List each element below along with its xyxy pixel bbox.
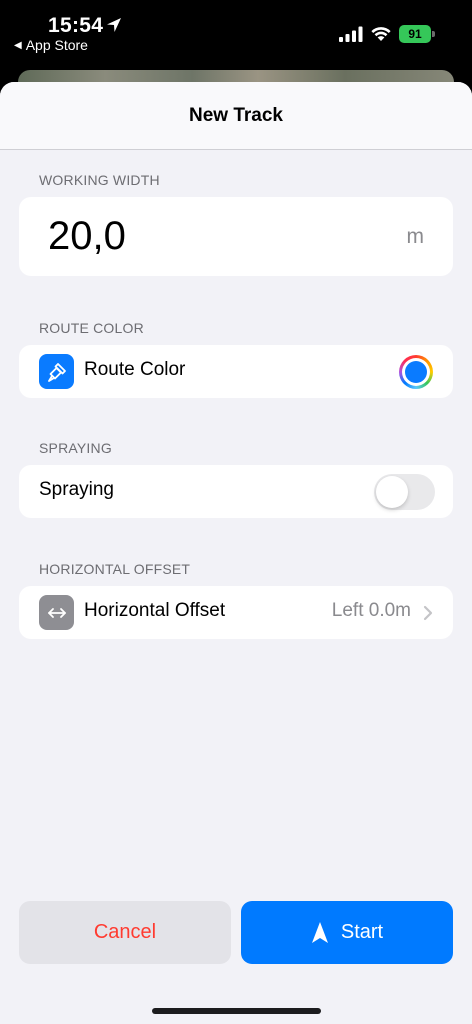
home-indicator: [152, 1008, 321, 1014]
working-width-field[interactable]: 20,0 m: [19, 197, 453, 276]
route-color-label: Route Color: [84, 359, 186, 380]
paintbrush-icon: [39, 354, 74, 389]
spraying-toggle[interactable]: [374, 474, 435, 510]
start-button-label: Start: [340, 921, 384, 943]
horizontal-offset-row[interactable]: Horizontal Offset Left 0.0m: [19, 586, 453, 639]
horizontal-offset-value: Left 0.0m: [331, 600, 411, 621]
horizontal-offset-header: HORIZONTAL OFFSET: [39, 561, 191, 577]
route-color-header: ROUTE COLOR: [39, 320, 144, 336]
battery-cap: [432, 31, 435, 37]
back-triangle-icon: ◀: [14, 39, 22, 51]
battery-icon: 91: [399, 25, 431, 43]
cancel-button[interactable]: Cancel: [19, 901, 231, 964]
nav-bar: New Track: [0, 82, 472, 150]
route-color-row[interactable]: Route Color: [19, 345, 453, 398]
left-right-arrows-icon: [39, 595, 74, 630]
cancel-button-label: Cancel: [93, 921, 157, 943]
back-to-app-store-link[interactable]: ◀ App Store: [14, 37, 88, 53]
selected-color-swatch: [405, 361, 427, 383]
wifi-icon: [371, 27, 391, 41]
start-button[interactable]: Start: [241, 901, 453, 964]
status-time: 15:54: [48, 14, 104, 37]
working-width-value[interactable]: 20,0: [48, 214, 126, 259]
signal-icon: [339, 26, 363, 42]
page-title: New Track: [189, 104, 283, 126]
battery-level: 91: [408, 27, 422, 41]
chevron-right-icon: [423, 605, 433, 621]
horizontal-offset-label: Horizontal Offset: [84, 600, 226, 621]
color-picker-well[interactable]: [399, 355, 433, 389]
spraying-label: Spraying: [39, 479, 114, 500]
working-width-header: WORKING WIDTH: [39, 172, 160, 188]
location-arrow-icon: [107, 18, 121, 32]
spraying-row: Spraying: [19, 465, 453, 518]
back-app-label: App Store: [25, 37, 88, 53]
spraying-header: SPRAYING: [39, 440, 112, 456]
status-bar: 15:54 ◀ App Store 91: [0, 0, 472, 72]
navigation-arrow-icon: [311, 921, 328, 943]
working-width-unit: m: [406, 225, 425, 248]
toggle-knob: [376, 476, 408, 508]
new-track-sheet: New Track WORKING WIDTH 20,0 m ROUTE COL…: [0, 82, 472, 1024]
